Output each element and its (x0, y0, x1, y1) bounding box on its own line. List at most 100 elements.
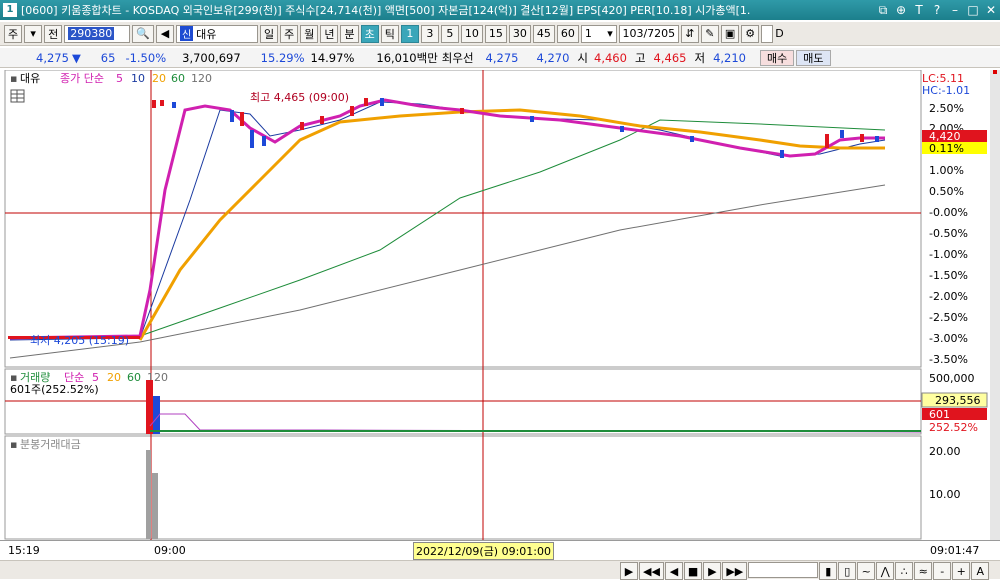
draw-tool-icon[interactable]: ✎ (700, 24, 719, 43)
open-label: 시 (577, 50, 588, 65)
interval-60[interactable]: 60 (556, 24, 579, 43)
minimize-icon[interactable]: – (946, 3, 964, 17)
candle (860, 134, 864, 142)
help-icon[interactable]: ? (928, 3, 946, 17)
stock-name-field[interactable]: 신 대유 (175, 24, 258, 43)
candle (825, 134, 829, 148)
forward-icon[interactable]: ▶ (703, 562, 722, 580)
volume-sub-label: 601주(252.52%) (10, 383, 99, 396)
interval-3[interactable]: 3 (420, 24, 439, 43)
pin-icon[interactable]: ⊕ (892, 3, 910, 17)
speaker-icon[interactable]: ◀ (155, 24, 174, 43)
interval-45[interactable]: 45 (532, 24, 555, 43)
volume: 3,700,697 (182, 50, 241, 65)
best-label: 최우선 (441, 50, 474, 65)
candle (460, 108, 464, 114)
vol-ma20-label: 20 (107, 371, 121, 384)
period-second[interactable]: 초 (360, 24, 379, 43)
gear-icon[interactable]: ⚙ (741, 24, 760, 43)
zoom-in-button[interactable]: + (952, 562, 971, 580)
play-icon[interactable]: ▶ (620, 562, 638, 580)
trade-amount: 16,010백만 (376, 50, 438, 65)
candle (160, 100, 164, 106)
back-icon[interactable]: ◀ (664, 562, 683, 580)
dot-icon[interactable]: ∴ (895, 562, 914, 580)
low-price: 4,210 (713, 50, 746, 65)
candle (840, 130, 844, 138)
market-button[interactable]: 주 (4, 24, 23, 43)
text-icon[interactable]: T (910, 3, 928, 17)
volume-bar (146, 380, 153, 434)
axis-tick: 1.00% (929, 164, 964, 177)
candle-icon[interactable]: ▮ (819, 562, 838, 580)
volume-pct-label: 252.52% (929, 421, 978, 434)
interval-10[interactable]: 10 (460, 24, 483, 43)
candle (300, 122, 304, 130)
axis-tick: -3.00% (929, 332, 968, 345)
candle (530, 116, 534, 122)
stock-code-input[interactable]: 290380 (64, 24, 131, 43)
candle (780, 150, 784, 158)
line-icon[interactable]: ~ (857, 562, 876, 580)
quote-bar: 4,275 ▼ 65 -1.50% 3,700,697 15.29% 14.97… (0, 48, 1000, 68)
fast-forward-icon[interactable]: ▶▶ (722, 562, 748, 580)
period-month[interactable]: 월 (300, 24, 319, 43)
ma120-label: 120 (191, 72, 212, 85)
mountain-icon[interactable]: ⋀ (876, 562, 895, 580)
indicator-icon[interactable]: ⇵ (680, 24, 699, 43)
search-icon[interactable]: 🔍 (132, 24, 154, 43)
period-day[interactable]: 일 (259, 24, 279, 43)
period-year[interactable]: 년 (320, 24, 339, 43)
restore-icon[interactable]: ⧉ (874, 3, 892, 18)
bar-icon[interactable]: ▯ (838, 562, 857, 580)
sell-button[interactable]: 매도 (796, 49, 831, 66)
axis-tick: -1.50% (929, 269, 968, 282)
stock-name: 대유 (196, 27, 217, 41)
save-icon[interactable]: ▣ (720, 24, 740, 43)
axis-tick: -1.00% (929, 248, 968, 261)
stop-icon[interactable]: ■ (683, 562, 703, 580)
stock-code-value: 290380 (68, 27, 115, 40)
time-axis: 15:19 09:00 2022/12/09(금) 09:01:00 09:01… (0, 540, 1000, 560)
chart-area[interactable]: ▪ 대유 종가 단순 5 10 20 60 120 LC:5.11 HC:-1.… (0, 69, 1000, 556)
interval-30[interactable]: 30 (508, 24, 531, 43)
app-icon: 1 (3, 3, 17, 17)
window-title: [0600] 키움종합차트 - KOSDAQ 외국인보유[299(천)] 주식수… (21, 4, 751, 17)
new-badge: 신 (179, 26, 194, 41)
zoom-out-button[interactable]: - (933, 562, 952, 580)
interval-5[interactable]: 5 (440, 24, 459, 43)
period-week[interactable]: 주 (280, 24, 299, 43)
ma20-label: 20 (152, 72, 166, 85)
vol-ma60-label: 60 (127, 371, 141, 384)
period-minute[interactable]: 분 (340, 24, 359, 43)
close-icon[interactable]: ✕ (982, 3, 1000, 17)
zoom-slider[interactable] (748, 562, 819, 578)
candle (690, 136, 694, 142)
wave-icon[interactable]: ≈ (914, 562, 933, 580)
buy-button[interactable]: 매수 (760, 49, 795, 66)
chevron-down-icon: ▾ (607, 27, 613, 40)
interval-select[interactable]: 1 ▾ (580, 24, 617, 43)
fast-back-icon[interactable]: ◀◀ (639, 562, 664, 580)
period-tick[interactable]: 틱 (380, 24, 399, 43)
interval-15[interactable]: 15 (484, 24, 507, 43)
right-scroll-track[interactable] (990, 70, 1000, 540)
turnover-percent: 15.29% (260, 50, 305, 65)
scroll-marker (993, 70, 997, 74)
candle (620, 126, 624, 132)
amount-axis-tick: 20.00 (929, 445, 961, 458)
d-checkbox[interactable] (761, 24, 774, 43)
candle (230, 110, 234, 122)
amount-panel-frame (4, 435, 922, 540)
all-button[interactable]: 전 (44, 24, 63, 43)
maximize-icon[interactable]: □ (964, 3, 982, 17)
candle (350, 106, 354, 116)
interval-1[interactable]: 1 (400, 24, 419, 43)
volume-axis-top: 500,000 (929, 372, 975, 385)
low-label: 저 (694, 50, 706, 65)
axis-tick: 2.50% (929, 102, 964, 115)
dropdown-button[interactable]: ▾ (24, 24, 43, 43)
axis-tick: -0.50% (929, 227, 968, 240)
volume-ratio: 14.97% (310, 50, 355, 65)
auto-button[interactable]: A (971, 562, 990, 580)
